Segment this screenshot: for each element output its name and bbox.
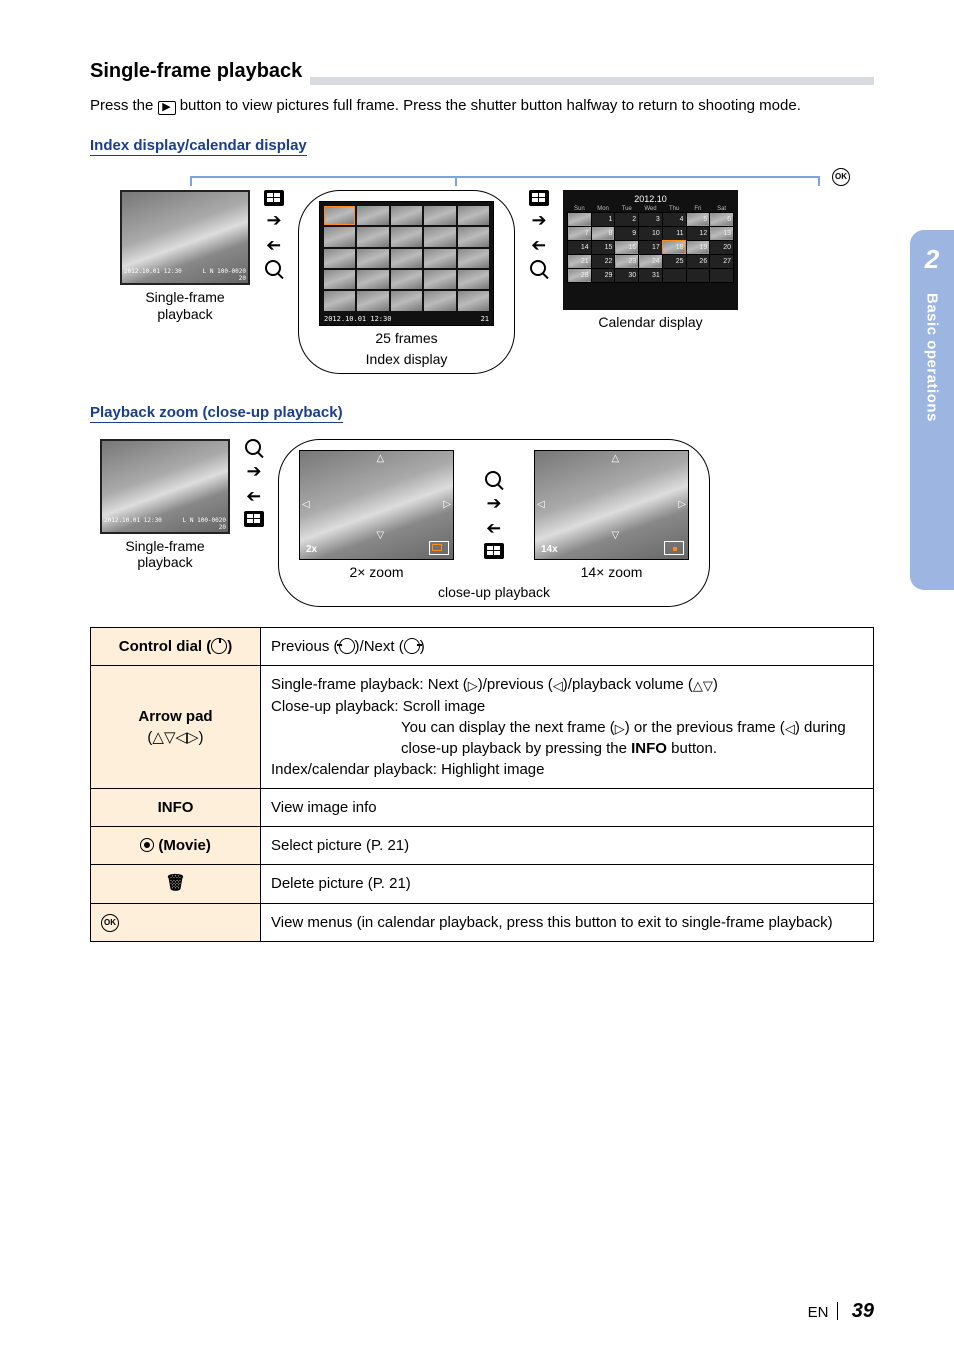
table-row: Delete picture (P. 21)	[91, 864, 874, 903]
index-grid-icon	[244, 511, 264, 527]
index-diagram-row: 2012.10.01 12:30 L N 100-0020 20 Single-…	[120, 190, 874, 374]
index-subheading: Index display/calendar display	[90, 137, 307, 156]
magnify-icon	[245, 439, 263, 457]
dial-prev-icon	[339, 638, 355, 654]
single-frame-caption: Single-frame playback	[145, 289, 224, 323]
row-header-trash	[91, 864, 261, 903]
table-row: Control dial () Previous ()/Next ()	[91, 628, 874, 666]
intro-paragraph: Press the button to view pictures full f…	[90, 95, 874, 117]
table-row: INFO View image info	[91, 788, 874, 826]
index-bubble-caption: Index display	[299, 351, 514, 367]
playback-button-icon	[158, 101, 176, 115]
zoom-14x-block: △ ▽ ◁ ▷ 14x 14× zoom	[534, 450, 689, 581]
closeup-bubble-caption: close-up playback	[279, 584, 709, 600]
transition-icons-1: ➔ ➔	[264, 190, 284, 278]
row-header-movie: (Movie)	[91, 826, 261, 864]
transition-icons-2: ➔ ➔	[529, 190, 549, 278]
control-dial-icon	[211, 638, 227, 654]
calendar-grid: SunMonTueWedThuFriSat 123456 78910111213…	[567, 206, 734, 283]
index-grid-icon	[264, 190, 284, 206]
index-grid-icon	[484, 543, 504, 559]
closeup-bubble: △ ▽ ◁ ▷ 2x 2× zoom ➔ ➔ △ ▽ ◁	[278, 439, 710, 608]
single-frame-caption-2: Single-frame playback	[125, 538, 204, 572]
row-cell: Delete picture (P. 21)	[261, 864, 874, 903]
single-frame-thumb-block-2: 2012.10.01 12:30 L N 100-0020 20 Single-…	[100, 439, 230, 572]
transition-icons-4: ➔ ➔	[484, 471, 504, 559]
grid-thumb-block: 2012.10.01 12:3021 25 frames	[319, 201, 494, 347]
zoom-2x-thumb: △ ▽ ◁ ▷ 2x	[299, 450, 454, 560]
arrow-left-icon: ➔	[531, 235, 546, 256]
row-cell: Previous ()/Next ()	[261, 628, 874, 666]
dial-next-icon	[404, 638, 420, 654]
row-header-ok: OK	[91, 904, 261, 942]
record-icon	[140, 838, 154, 852]
row-cell: Select picture (P. 21)	[261, 826, 874, 864]
row-cell: View image info	[261, 788, 874, 826]
zoom-2x-caption: 2× zoom	[349, 564, 403, 581]
section-title: Single-frame playback	[90, 60, 310, 85]
row-cell: Single-frame playback: Next (▷)/previous…	[261, 666, 874, 788]
zoom-subheading: Playback zoom (close-up playback)	[90, 404, 343, 423]
table-row: OK View menus (in calendar playback, pre…	[91, 904, 874, 942]
ok-button-icon: OK	[832, 168, 850, 186]
zoom-diagram-row: 2012.10.01 12:30 L N 100-0020 20 Single-…	[100, 439, 874, 608]
table-row: Arrow pad (△▽◁▷) Single-frame playback: …	[91, 666, 874, 788]
magnify-icon	[530, 260, 548, 278]
trash-icon	[165, 875, 185, 892]
row-header-arrow-pad: Arrow pad (△▽◁▷)	[91, 666, 261, 788]
zoom-2x-block: △ ▽ ◁ ▷ 2x 2× zoom	[299, 450, 454, 581]
index-display-bubble: 2012.10.01 12:3021 25 frames Index displ…	[298, 190, 515, 374]
footer-page-number: 39	[852, 1300, 874, 1322]
footer-lang: EN	[808, 1304, 829, 1321]
calendar-thumb-block: 2012.10 SunMonTueWedThuFriSat 123456 789…	[563, 190, 738, 331]
row-header-control-dial: Control dial ()	[91, 628, 261, 666]
table-row: (Movie) Select picture (P. 21)	[91, 826, 874, 864]
page-footer: EN 39	[808, 1300, 874, 1323]
single-frame-thumb-block: 2012.10.01 12:30 L N 100-0020 20 Single-…	[120, 190, 250, 323]
row-header-info: INFO	[91, 788, 261, 826]
arrow-left-icon: ➔	[266, 235, 281, 256]
diagram-connector-line: OK	[180, 168, 874, 184]
controls-table: Control dial () Previous ()/Next () Arro…	[90, 627, 874, 942]
index-grid-icon	[529, 190, 549, 206]
arrow-right-icon: ➔	[246, 461, 261, 482]
magnify-icon	[485, 471, 503, 489]
section-heading: Single-frame playback	[90, 60, 874, 85]
arrow-right-icon: ➔	[531, 210, 546, 231]
arrow-left-icon: ➔	[486, 518, 501, 539]
grid-25-caption: 25 frames	[375, 330, 437, 347]
zoom-14x-thumb: △ ▽ ◁ ▷ 14x	[534, 450, 689, 560]
zoom-14x-caption: 14× zoom	[581, 564, 643, 581]
ok-button-icon: OK	[101, 914, 119, 932]
magnify-icon	[265, 260, 283, 278]
arrow-right-icon: ➔	[486, 493, 501, 514]
transition-icons-3: ➔ ➔	[244, 439, 264, 527]
row-cell: View menus (in calendar playback, press …	[261, 904, 874, 942]
single-frame-thumb-2: 2012.10.01 12:30 L N 100-0020 20	[100, 439, 230, 534]
arrow-left-icon: ➔	[246, 486, 261, 507]
calendar-thumb: 2012.10 SunMonTueWedThuFriSat 123456 789…	[563, 190, 738, 310]
single-frame-thumb: 2012.10.01 12:30 L N 100-0020 20	[120, 190, 250, 285]
arrow-right-icon: ➔	[266, 210, 281, 231]
calendar-caption: Calendar display	[598, 314, 702, 331]
grid-25-thumb: 2012.10.01 12:3021	[319, 201, 494, 326]
